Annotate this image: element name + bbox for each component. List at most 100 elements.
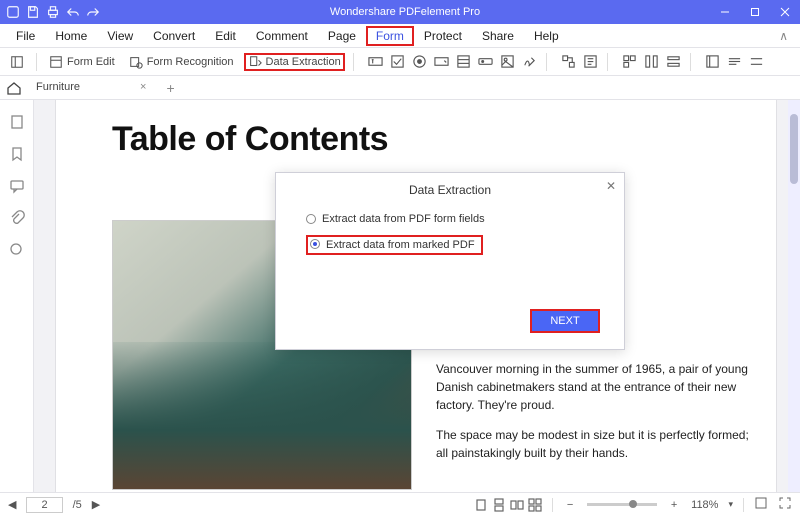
signature-field-icon[interactable] [522,54,538,70]
two-page-view-icon[interactable] [510,498,524,512]
print-icon[interactable] [46,5,60,19]
redo-icon[interactable] [86,5,100,19]
vertical-scrollbar[interactable] [788,100,800,492]
form-recognition-button[interactable]: Form Recognition [125,53,238,71]
menu-bar: File Home View Convert Edit Comment Page… [0,24,800,48]
status-bar: ◀ 2 /5 ▶ − + 118% ▾ [0,492,800,516]
form-recognition-label: Form Recognition [147,56,234,68]
bookmarks-icon[interactable] [9,146,25,162]
home-icon[interactable] [6,80,22,96]
app-logo-icon [6,5,20,19]
close-button[interactable] [770,0,800,24]
zoom-in-button[interactable]: + [667,499,681,511]
paragraph: The space may be modest in size but it i… [436,426,756,462]
separator [607,53,608,71]
zoom-slider[interactable] [587,503,657,506]
distribute-tool-icon[interactable] [644,54,660,70]
view-mode-icons [474,498,542,512]
paragraph: Vancouver morning in the summer of 1965,… [436,360,756,414]
document-body-text: Vancouver morning in the summer of 1965,… [436,360,756,474]
menu-comment[interactable]: Comment [246,26,318,46]
more-options-icon[interactable] [727,54,743,70]
workspace: Table of Contents Vancouver morning in t… [0,100,800,492]
new-tab-button[interactable]: + [160,80,180,96]
document-tab-bar: Furniture × + [0,76,800,100]
image-field-icon[interactable] [500,54,516,70]
maximize-button[interactable] [740,0,770,24]
attachments-icon[interactable] [9,210,25,226]
document-heading: Table of Contents [112,120,720,159]
zoom-out-button[interactable]: − [563,499,577,511]
form-toolbar: Form Edit Form Recognition Data Extracti… [0,48,800,76]
fullscreen-icon[interactable] [778,496,792,513]
radio-icon[interactable] [310,239,320,249]
menu-page[interactable]: Page [318,26,366,46]
menu-help[interactable]: Help [524,26,569,46]
more-fields-icon[interactable] [705,54,721,70]
document-canvas[interactable]: Table of Contents Vancouver morning in t… [34,100,800,492]
form-edit-button[interactable]: Form Edit [45,53,119,71]
option-label: Extract data from PDF form fields [322,213,485,225]
next-button[interactable]: NEXT [530,309,600,333]
zoom-slider-knob[interactable] [629,500,637,508]
text-field-icon[interactable] [368,54,384,70]
menu-form[interactable]: Form [366,26,414,46]
form-field-tools [368,54,538,70]
separator [546,53,547,71]
prev-page-button[interactable]: ◀ [8,498,16,511]
form-settings-icon[interactable] [749,54,765,70]
scrollbar-thumb[interactable] [790,114,798,184]
option-form-fields[interactable]: Extract data from PDF form fields [306,213,624,225]
list-box-icon[interactable] [456,54,472,70]
menu-share[interactable]: Share [472,26,524,46]
separator [743,498,744,512]
tab-label: Furniture [36,81,80,93]
continuous-view-icon[interactable] [492,498,506,512]
radio-icon[interactable] [412,54,428,70]
menu-view[interactable]: View [97,26,143,46]
collapse-ribbon-icon[interactable]: ∧ [773,29,794,43]
separator [36,53,37,71]
thumbnails-icon[interactable] [9,114,25,130]
option-marked-pdf[interactable]: Extract data from marked PDF [306,235,483,255]
data-extraction-button[interactable]: Data Extraction [244,53,345,71]
radio-icon[interactable] [306,214,316,224]
data-extraction-dialog: Data Extraction ✕ Extract data from PDF … [275,172,625,350]
zoom-value[interactable]: 118% [691,499,718,511]
form-order-tools [561,54,599,70]
fit-page-icon[interactable] [754,496,768,513]
button-field-icon[interactable] [478,54,494,70]
two-page-continuous-icon[interactable] [528,498,542,512]
undo-icon[interactable] [66,5,80,19]
menu-protect[interactable]: Protect [414,26,472,46]
option-label: Extract data from marked PDF [326,239,475,251]
search-panel-icon[interactable] [9,242,25,258]
window-title: Wondershare PDFelement Pro [100,6,710,18]
comments-icon[interactable] [9,178,25,194]
menu-file[interactable]: File [6,26,45,46]
document-tab[interactable]: Furniture × [28,78,154,98]
form-more-tools [705,54,765,70]
single-page-view-icon[interactable] [474,498,488,512]
separator [690,53,691,71]
menu-home[interactable]: Home [45,26,97,46]
align-tool-icon[interactable] [622,54,638,70]
tab-order-icon[interactable] [561,54,577,70]
next-page-button[interactable]: ▶ [92,498,100,511]
close-panel-icon[interactable] [6,53,28,71]
checkbox-icon[interactable] [390,54,406,70]
title-bar: Wondershare PDFelement Pro [0,0,800,24]
minimize-button[interactable] [710,0,740,24]
left-side-rail [0,100,34,492]
menu-convert[interactable]: Convert [143,26,205,46]
form-assist-icon[interactable] [583,54,599,70]
dialog-close-button[interactable]: ✕ [606,179,616,193]
page-number-input[interactable]: 2 [26,497,62,513]
combo-box-icon[interactable] [434,54,450,70]
properties-icon[interactable] [666,54,682,70]
menu-edit[interactable]: Edit [205,26,246,46]
page-total: /5 [73,499,82,511]
save-icon[interactable] [26,5,40,19]
zoom-dropdown-icon[interactable]: ▾ [728,499,733,510]
tab-close-icon[interactable]: × [140,81,146,93]
